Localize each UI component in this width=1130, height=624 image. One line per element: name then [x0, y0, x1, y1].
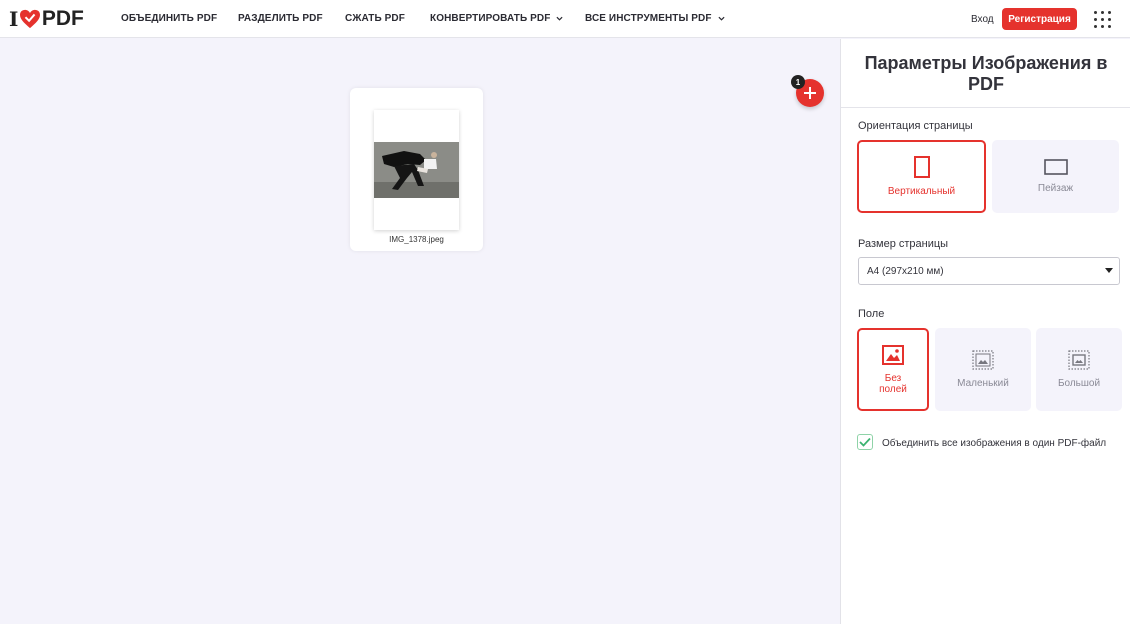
- orientation-label: Ориентация страницы: [858, 120, 973, 132]
- file-name: IMG_1378.jpeg: [389, 235, 444, 244]
- landscape-page-icon: [1043, 159, 1068, 175]
- logo-text: PDF: [41, 7, 84, 30]
- nav-label: КОНВЕРТИРОВАТЬ PDF: [430, 13, 551, 24]
- nav-compress-pdf[interactable]: СЖАТЬ PDF: [345, 13, 405, 24]
- margin-small-option[interactable]: Маленький: [935, 328, 1031, 411]
- portrait-page-icon: [913, 156, 930, 178]
- ilovepdf-logo[interactable]: I PDF: [9, 7, 84, 31]
- nav-label: ВСЕ ИНСТРУМЕНТЫ PDF: [585, 13, 712, 24]
- image-no-margin-icon: [882, 344, 904, 365]
- option-label: Вертикальный: [887, 186, 956, 197]
- file-card[interactable]: IMG_1378.jpeg: [350, 88, 483, 251]
- heart-icon: [19, 9, 40, 29]
- margin-none-option[interactable]: Без полей: [857, 328, 929, 411]
- login-link[interactable]: Вход: [971, 14, 994, 25]
- nav-label: РАЗДЕЛИТЬ PDF: [238, 13, 323, 24]
- orientation-portrait-option[interactable]: Вертикальный: [857, 140, 986, 213]
- page-size-label: Размер страницы: [858, 238, 949, 250]
- dropdown-arrow-icon: [1105, 268, 1113, 273]
- merge-checkbox-label[interactable]: Объединить все изображения в один PDF-фа…: [882, 436, 1112, 451]
- chevron-down-icon: [718, 16, 725, 21]
- nav-label: СЖАТЬ PDF: [345, 13, 405, 24]
- orientation-landscape-option[interactable]: Пейзаж: [992, 140, 1119, 213]
- logo-letter: I: [9, 7, 18, 31]
- image-small-margin-icon: [972, 350, 994, 370]
- plus-icon: [804, 87, 816, 99]
- page-size-select[interactable]: A4 (297x210 мм): [858, 257, 1120, 285]
- option-label: Большой: [1057, 378, 1101, 389]
- check-icon: [859, 437, 871, 447]
- option-label: Маленький: [957, 378, 1009, 389]
- nav-split-pdf[interactable]: РАЗДЕЛИТЬ PDF: [238, 13, 323, 24]
- photo-content: [374, 142, 459, 198]
- page-preview: [374, 110, 459, 230]
- register-button[interactable]: Регистрация: [1002, 8, 1077, 30]
- option-label-line2: полей: [879, 383, 907, 395]
- merge-checkbox[interactable]: [857, 434, 873, 450]
- option-label-line1: Без: [884, 372, 902, 384]
- nav-convert-pdf[interactable]: КОНВЕРТИРОВАТЬ PDF: [430, 13, 564, 24]
- chevron-down-icon: [556, 16, 564, 21]
- option-label: Пейзаж: [1037, 183, 1074, 194]
- apps-grid-icon[interactable]: [1094, 11, 1111, 28]
- margin-label: Поле: [858, 308, 885, 320]
- options-sidebar: Параметры Изображения в PDF Ориентация с…: [840, 39, 1130, 624]
- top-navbar: I PDF ОБЪЕДИНИТЬ PDF РАЗДЕЛИТЬ PDF СЖАТЬ…: [0, 0, 1130, 38]
- file-count-badge: 1: [791, 75, 805, 89]
- nav-label: ОБЪЕДИНИТЬ PDF: [121, 13, 218, 24]
- divider: [841, 107, 1130, 108]
- page-size-value: A4 (297x210 мм): [867, 265, 944, 277]
- image-thumbnail: [374, 142, 459, 198]
- sidebar-title: Параметры Изображения в PDF: [864, 53, 1108, 94]
- nav-all-tools[interactable]: ВСЕ ИНСТРУМЕНТЫ PDF: [585, 13, 725, 24]
- file-workspace: IMG_1378.jpeg 1: [0, 39, 840, 624]
- margin-big-option[interactable]: Большой: [1036, 328, 1122, 411]
- image-big-margin-icon: [1068, 350, 1090, 370]
- nav-merge-pdf[interactable]: ОБЪЕДИНИТЬ PDF: [121, 13, 217, 24]
